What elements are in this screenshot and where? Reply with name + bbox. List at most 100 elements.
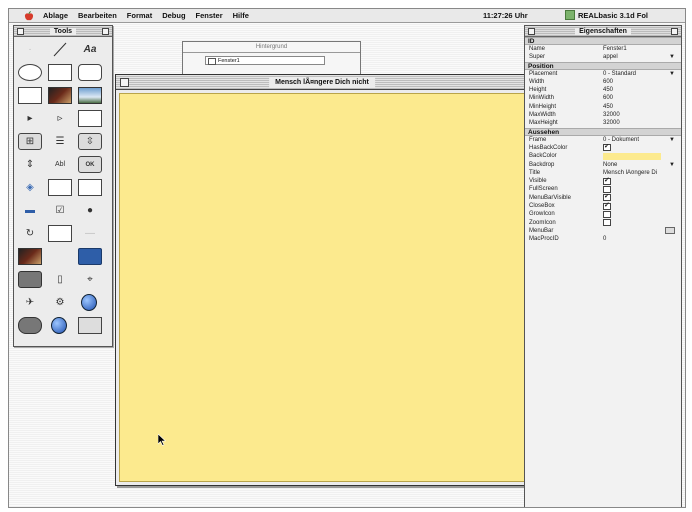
main-window[interactable]: Mensch lÃ¤ngere Dich nicht [115,74,529,486]
property-row[interactable]: MacProcID 0 [525,235,681,243]
property-row[interactable]: GrowIcon [525,210,681,218]
listbox-tool-icon[interactable]: ☰ [48,133,72,150]
window-content-area[interactable] [119,93,525,482]
menubar-clock[interactable]: 11:27:26 Uhr [483,11,528,20]
scrollbar-tool-icon[interactable]: ⇕ [18,156,42,173]
property-row[interactable]: Visible [525,177,681,185]
rb3dspace-tool-icon[interactable]: ⚙ [48,294,72,311]
property-value-dropdown[interactable]: appel [599,53,677,61]
property-row[interactable]: CloseBox [525,202,681,210]
menubar-edit-button[interactable] [665,226,675,234]
property-value[interactable]: 32000 [599,119,677,127]
picture-tool-icon[interactable] [78,87,102,104]
property-value[interactable]: 600 [599,78,677,86]
property-row[interactable]: BackColor [525,152,681,160]
property-checkbox[interactable] [603,185,611,193]
backcolor-swatch[interactable] [603,152,661,160]
pushbutton-tool-icon[interactable]: OK [78,156,102,173]
property-checkbox[interactable] [603,194,611,202]
separator-tool-icon[interactable]: — [78,225,102,242]
statictext-tool-icon[interactable]: Abl [48,156,72,173]
property-value[interactable]: 600 [599,94,677,102]
property-value-dropdown[interactable]: None [599,161,677,169]
property-row[interactable]: MenuBarVisible [525,194,681,202]
application-menu[interactable]: REALbasic 3.1d Fol [565,10,648,20]
properties-palette-titlebar[interactable]: Eigenschaften [525,26,681,37]
property-row[interactable]: Frame 0 - Dokument [525,136,681,144]
property-row[interactable]: Height 450 [525,86,681,94]
mouse-tool-icon[interactable]: ⌖ [78,271,102,288]
property-row[interactable]: ZoomIcon [525,219,681,227]
property-checkbox[interactable] [603,177,611,185]
spritesurface-tool-icon[interactable]: ✈ [18,294,42,311]
background-window[interactable]: Hintergrund Fenster1 [182,41,361,77]
moviePlayer-tool-icon[interactable] [18,248,42,265]
property-row[interactable]: HasBackColor [525,144,681,152]
property-row[interactable]: MaxHeight 32000 [525,119,681,127]
groupbox-tool-icon[interactable] [48,179,72,196]
serial-tool-icon[interactable]: ▯ [48,271,72,288]
rectangle-tool-icon[interactable] [48,64,72,81]
line-tool-icon[interactable] [48,41,72,58]
property-row[interactable]: Name Fenster1 [525,45,681,53]
chasingarrows-tool-icon[interactable]: ↻ [18,225,42,242]
notepad-tool-icon[interactable] [78,248,102,265]
property-value-dropdown[interactable]: 0 - Standard [599,70,677,78]
editfield-tool-icon[interactable] [78,110,102,127]
pointer-tool-icon[interactable]: · [18,41,42,58]
menu-hilfe[interactable]: Hilfe [233,11,249,20]
property-row[interactable]: MinHeight 450 [525,103,681,111]
oval-tool-icon[interactable] [18,64,42,81]
progressbar-tool-icon[interactable]: ▬ [18,202,42,219]
menu-fenster[interactable]: Fenster [196,11,223,20]
apple-menu-icon[interactable] [23,10,35,21]
main-window-close-box[interactable] [120,78,129,87]
property-row[interactable]: FullScreen [525,185,681,193]
property-checkbox[interactable] [603,144,611,152]
timer-tool-icon[interactable] [18,271,42,288]
property-value[interactable]: 0 [599,235,677,243]
property-row[interactable]: Placement 0 - Standard [525,70,681,78]
placard-tool-icon[interactable] [48,225,72,242]
tabpanel-tool-icon[interactable] [78,179,102,196]
property-checkbox[interactable] [603,210,611,218]
menu-bearbeiten[interactable]: Bearbeiten [78,11,117,20]
htmlviewer-tool-icon[interactable] [78,317,102,334]
property-value[interactable]: Mensch lÃ¤ngere Di [599,169,677,177]
background-window-item[interactable]: Fenster1 [205,56,325,65]
tools-close-box[interactable] [17,28,24,35]
database-tool-icon[interactable] [18,317,42,334]
property-checkbox[interactable] [603,202,611,210]
imagewell-tool-icon[interactable] [48,87,72,104]
checkbox-tool-icon[interactable]: ☑ [48,202,72,219]
internet-tool-icon[interactable] [81,294,97,311]
socket-tool-icon[interactable] [51,317,67,334]
properties-collapse-box[interactable] [671,28,678,35]
menu-format[interactable]: Format [127,11,152,20]
property-row[interactable]: Super appel [525,53,681,61]
property-value-dropdown[interactable]: 0 - Dokument [599,136,677,144]
menu-ablage[interactable]: Ablage [43,11,68,20]
bevel-arrow-tool-icon[interactable]: ▸ [18,110,42,127]
property-checkbox[interactable] [603,219,611,227]
menu-debug[interactable]: Debug [162,11,185,20]
property-row[interactable]: MaxWidth 32000 [525,111,681,119]
property-row[interactable]: Width 600 [525,78,681,86]
property-value[interactable]: 450 [599,103,677,111]
bevelbutton-tool-icon[interactable]: ⊞ [18,133,42,150]
popup-tool-icon[interactable]: ⇳ [78,133,102,150]
properties-close-box[interactable] [528,28,535,35]
property-row[interactable]: MenuBar [525,226,681,235]
main-window-titlebar[interactable]: Mensch lÃ¤ngere Dich nicht [116,75,528,90]
property-value[interactable]: 32000 [599,111,677,119]
property-row[interactable]: Title Mensch lÃ¤ngere Di [525,169,681,177]
canvas-tool-icon[interactable] [18,87,42,104]
tools-palette-titlebar[interactable]: Tools [14,26,112,37]
radiobutton-tool-icon[interactable]: ● [78,202,102,219]
property-row[interactable]: MinWidth 600 [525,94,681,102]
property-value[interactable]: 450 [599,86,677,94]
disclosure-tool-icon[interactable]: ▹ [48,110,72,127]
tools-collapse-box[interactable] [102,28,109,35]
round-rectangle-tool-icon[interactable] [78,64,102,81]
property-value[interactable]: Fenster1 [599,45,677,53]
